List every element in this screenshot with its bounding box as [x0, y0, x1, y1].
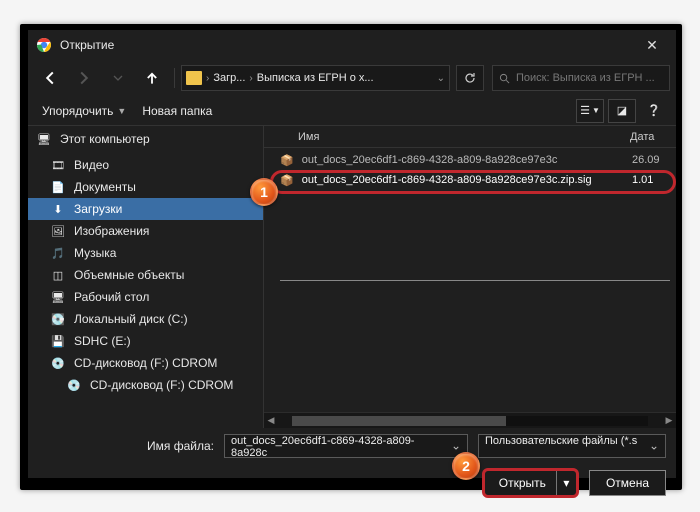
forward-button[interactable] [68, 64, 100, 92]
music-icon: 🎵 [50, 246, 66, 260]
back-button[interactable] [34, 64, 66, 92]
breadcrumb-seg[interactable]: Выписка из ЕГРН о х... [257, 72, 374, 84]
sidebar-item[interactable]: 💿 CD-дисковод (F:) CDROM [28, 352, 263, 374]
sidebar-item[interactable]: 💽 Локальный диск (C:) [28, 308, 263, 330]
recent-dropdown[interactable] [102, 64, 134, 92]
sidebar-item-label: CD-дисковод (F:) CDROM [74, 356, 217, 370]
downloads-icon: ⬇ [50, 202, 66, 216]
cd-icon: 💿 [50, 356, 66, 370]
file-row-selected[interactable]: 📦 out_docs_20ec6df1-c869-4328-a809-8a928… [264, 170, 676, 190]
sidebar-item[interactable]: 🎞 Видео [28, 154, 263, 176]
cancel-button[interactable]: Отмена [589, 470, 666, 496]
objects3d-icon: ◫ [50, 268, 66, 282]
sidebar-item-label: CD-дисковод (F:) CDROM [90, 378, 233, 392]
file-date: 1.01 [632, 174, 676, 186]
sidebar-item[interactable]: 💾 SDHC (E:) [28, 330, 263, 352]
disk-icon: 💽 [50, 312, 66, 326]
breadcrumb-seg[interactable]: Загр... [213, 72, 245, 84]
titlebar: Открытие ✕ [28, 30, 676, 60]
documents-icon: 📄 [50, 180, 66, 194]
search-input[interactable]: Поиск: Выписка из ЕГРН ... [492, 65, 670, 91]
file-row[interactable]: 📦 out_docs_20ec6df1-c869-4328-a809-8a928… [264, 150, 676, 170]
file-list: 📦 out_docs_20ec6df1-c869-4328-a809-8a928… [264, 148, 676, 412]
file-pane: Имя Дата 📦 out_docs_20ec6df1-c869-4328-a… [264, 126, 676, 428]
sidebar-item-label: Изображения [74, 224, 149, 238]
desktop-icon: 🖥 [50, 290, 66, 304]
toolbar: Упорядочить▼ Новая папка ☰ ▼ ◪ ❔ [28, 96, 676, 126]
chevron-down-icon[interactable]: ⌄ [437, 73, 445, 84]
sidebar-item[interactable]: ◫ Объемные объекты [28, 264, 263, 286]
sidebar-item-label: Документы [74, 180, 136, 194]
nav-row: › Загр... › Выписка из ЕГРН о х... ⌄ Пои… [28, 60, 676, 96]
footer: Имя файла: out_docs_20ec6df1-c869-4328-a… [28, 428, 676, 508]
file-name: out_docs_20ec6df1-c869-4328-a809-8a928ce… [294, 174, 632, 186]
sidebar-item[interactable]: 📄 Документы [28, 176, 263, 198]
folder-icon [186, 71, 202, 85]
sidebar-item[interactable]: 💿 CD-дисковод (F:) CDROM [28, 374, 263, 396]
sidebar-item-label: Загрузки [74, 202, 122, 216]
column-header-row: Имя Дата [264, 126, 676, 148]
horizontal-scrollbar[interactable]: ◀ ▶ [264, 412, 676, 428]
pc-icon: 🖥 [36, 132, 52, 146]
cd-icon: 💿 [66, 378, 82, 392]
sidebar: 🖥 Этот компьютер 🎞 Видео 📄 Документы ⬇ Загр… [28, 126, 264, 428]
open-button[interactable]: Открыть ▾ [482, 468, 579, 498]
search-icon [499, 73, 510, 84]
sd-icon: 💾 [50, 334, 66, 348]
col-name[interactable]: Имя [274, 131, 630, 143]
file-date: 26.09 [632, 154, 676, 166]
sidebar-item-label: Видео [74, 158, 109, 172]
preview-pane-button[interactable]: ◪ [608, 99, 636, 123]
address-bar[interactable]: › Загр... › Выписка из ЕГРН о х... ⌄ [181, 65, 450, 91]
close-button[interactable]: ✕ [632, 30, 672, 60]
file-type-select[interactable]: Пользовательские файлы (*.s [478, 434, 666, 458]
sidebar-item[interactable]: 🖥 Рабочий стол [28, 286, 263, 308]
chrome-icon [36, 37, 52, 53]
sidebar-item-label: Рабочий стол [74, 290, 149, 304]
dialog-title: Открытие [60, 38, 632, 52]
filename-label: Имя файла: [38, 439, 214, 453]
file-icon: 📦 [280, 154, 294, 167]
sidebar-item[interactable]: 🎵 Музыка [28, 242, 263, 264]
refresh-button[interactable] [456, 65, 484, 91]
col-date[interactable]: Дата [630, 131, 676, 143]
file-open-dialog: Открытие ✕ › Загр... › Выписка из ЕГРН о… [28, 30, 676, 478]
organize-menu[interactable]: Упорядочить▼ [36, 102, 132, 120]
chevron-right-icon: › [206, 73, 209, 84]
annotation-callout-2: 2 [452, 452, 480, 480]
video-icon: 🎞 [50, 158, 66, 172]
sidebar-item[interactable]: 🖼 Изображения [28, 220, 263, 242]
file-icon: 📦 [280, 174, 294, 187]
chevron-right-icon: › [249, 73, 252, 84]
open-dropdown[interactable]: ▾ [556, 471, 576, 495]
sidebar-item-downloads[interactable]: ⬇ Загрузки [28, 198, 263, 220]
help-button[interactable]: ❔ [640, 99, 668, 123]
sidebar-item-label: Музыка [74, 246, 116, 260]
sidebar-this-pc[interactable]: 🖥 Этот компьютер [28, 128, 263, 150]
filename-input[interactable]: out_docs_20ec6df1-c869-4328-a809-8a928c [224, 434, 468, 458]
search-placeholder: Поиск: Выписка из ЕГРН ... [516, 72, 655, 84]
sidebar-item-label: SDHC (E:) [74, 334, 131, 348]
up-button[interactable] [136, 64, 168, 92]
sidebar-item-label: Объемные объекты [74, 268, 184, 282]
file-name: out_docs_20ec6df1-c869-4328-a809-8a928ce… [294, 154, 632, 166]
view-mode-button[interactable]: ☰ ▼ [576, 99, 604, 123]
new-folder-button[interactable]: Новая папка [136, 102, 218, 120]
annotation-callout-1: 1 [250, 178, 278, 206]
sidebar-item-label: Локальный диск (C:) [74, 312, 188, 326]
pictures-icon: 🖼 [50, 224, 66, 238]
